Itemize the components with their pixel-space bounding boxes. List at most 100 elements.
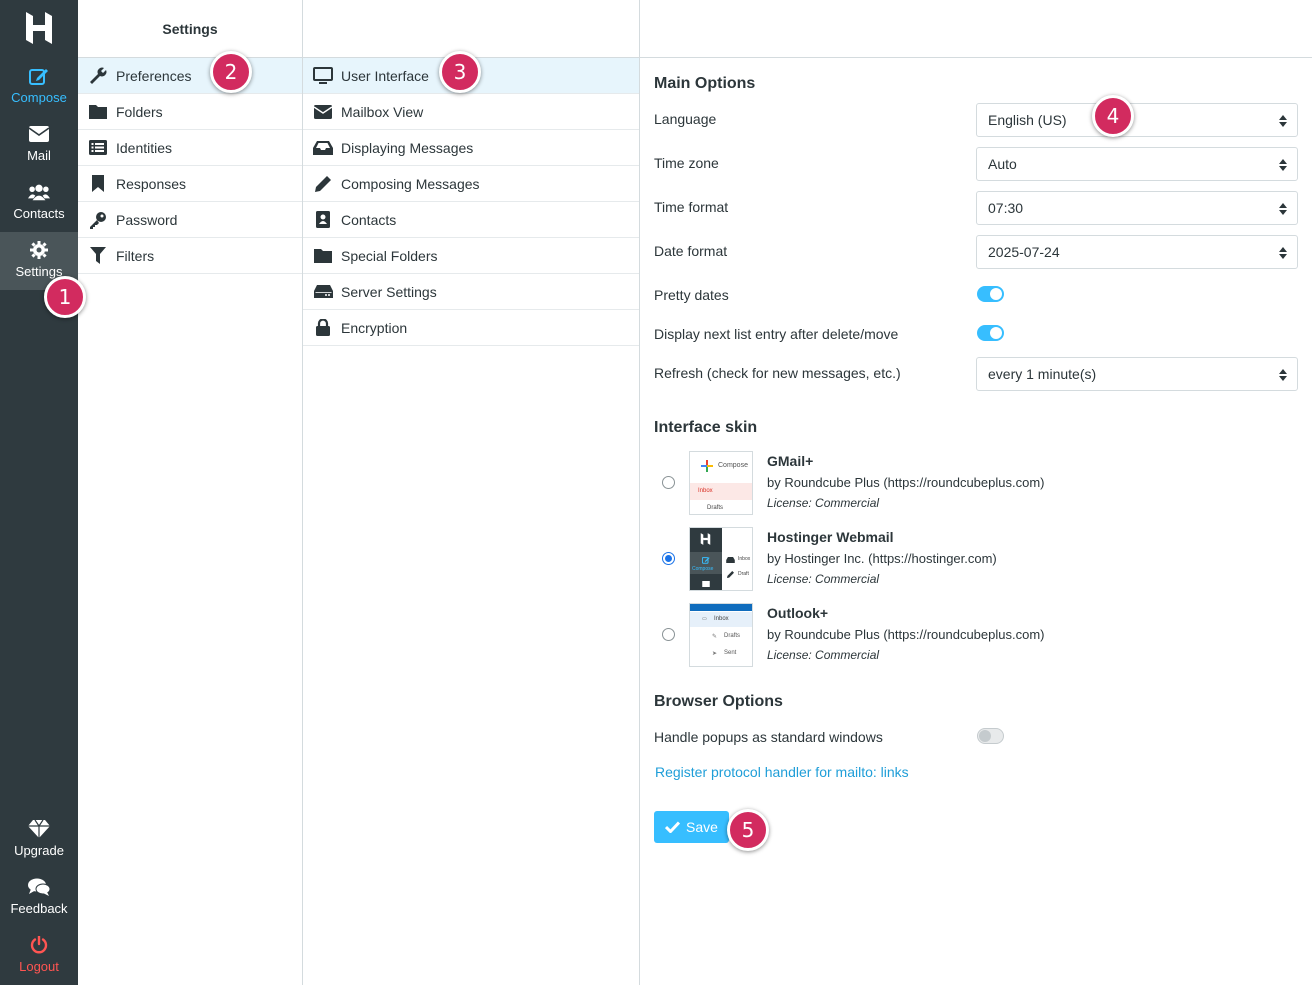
skin-license: License: Commercial <box>767 572 880 586</box>
sections-column-header <box>303 0 639 58</box>
rail-mail-label: Mail <box>27 148 51 163</box>
next-entry-toggle[interactable] <box>977 325 1004 341</box>
timezone-select[interactable]: Auto <box>976 147 1298 181</box>
sections-column: User Interface Mailbox View Displaying M… <box>303 0 640 985</box>
skin-thumbnail-outlook: ▭ Inbox ✎ Drafts ➤ Sent <box>689 603 753 667</box>
settings-item-label: Password <box>116 211 178 228</box>
settings-item-label: Preferences <box>116 67 192 84</box>
browser-options-title: Browser Options <box>654 693 783 710</box>
rail-contacts[interactable]: Contacts <box>0 174 78 232</box>
gear-icon <box>28 240 50 260</box>
skin-name: Hostinger Webmail <box>767 529 894 545</box>
wrench-icon <box>88 67 108 85</box>
folder-icon <box>88 103 108 121</box>
thumb-inbox-label: Inbox <box>698 488 713 494</box>
dateformat-select[interactable]: 2025-07-24 <box>976 235 1298 269</box>
rail-settings-label: Settings <box>15 264 63 279</box>
pencil-icon <box>727 571 734 578</box>
section-item-mailbox-view[interactable]: Mailbox View <box>303 94 639 130</box>
section-item-label: Displaying Messages <box>341 139 474 156</box>
section-item-label: Special Folders <box>341 247 438 264</box>
section-item-contacts[interactable]: Contacts <box>303 202 639 238</box>
annotation-badge-3: 3 <box>439 51 481 93</box>
skin-author: by Hostinger Inc. (https://hostinger.com… <box>767 551 997 566</box>
diamond-icon <box>28 819 50 839</box>
panel-topbar <box>640 0 1312 58</box>
mail-icon <box>702 581 710 587</box>
rail-compose[interactable]: Compose <box>0 58 78 116</box>
section-item-encryption[interactable]: Encryption <box>303 310 639 346</box>
rail-logout-label: Logout <box>19 959 59 974</box>
settings-item-password[interactable]: Password <box>78 202 302 238</box>
pretty-dates-toggle[interactable] <box>977 286 1004 302</box>
rail-upgrade-label: Upgrade <box>14 843 64 858</box>
skin-name: GMail+ <box>767 453 814 469</box>
rail-compose-label: Compose <box>11 90 67 105</box>
skin-radio-outlook[interactable] <box>662 628 675 641</box>
timeformat-select[interactable]: 07:30 <box>976 191 1298 225</box>
timeformat-label: Time format <box>654 199 729 215</box>
section-item-displaying-messages[interactable]: Displaying Messages <box>303 130 639 166</box>
envelope-icon <box>313 103 333 121</box>
refresh-value: every 1 minute(s) <box>988 366 1097 382</box>
settings-item-preferences[interactable]: Preferences <box>78 58 302 94</box>
skin-radio-gmail[interactable] <box>662 476 675 489</box>
register-protocol-link[interactable]: Register protocol handler for mailto: li… <box>655 764 909 780</box>
section-item-label: User Interface <box>341 67 429 84</box>
mail-icon <box>28 124 50 144</box>
bookmark-icon <box>88 175 108 193</box>
pretty-dates-label: Pretty dates <box>654 287 729 303</box>
folder-icon <box>313 247 333 265</box>
hostinger-logo[interactable] <box>24 12 54 44</box>
settings-item-folders[interactable]: Folders <box>78 94 302 130</box>
thumb-inbox-label: Inbox <box>714 616 729 622</box>
monitor-icon <box>313 67 333 85</box>
lock-icon <box>313 319 333 337</box>
popups-toggle[interactable] <box>977 728 1004 744</box>
refresh-select[interactable]: every 1 minute(s) <box>976 357 1298 391</box>
address-book-icon <box>313 211 333 229</box>
settings-item-label: Identities <box>116 139 173 156</box>
save-button[interactable]: Save <box>654 811 729 843</box>
skin-thumbnail-gmail: Compose Inbox Drafts <box>689 451 753 515</box>
key-icon <box>88 211 108 229</box>
section-item-label: Contacts <box>341 211 397 228</box>
rail-mail[interactable]: Mail <box>0 116 78 174</box>
language-value: English (US) <box>988 112 1067 128</box>
settings-item-label: Responses <box>116 175 187 192</box>
check-icon <box>665 821 681 833</box>
popups-label: Handle popups as standard windows <box>654 729 883 745</box>
section-item-special-folders[interactable]: Special Folders <box>303 238 639 274</box>
thumb-drafts-label: Drafts <box>724 633 741 639</box>
section-item-server-settings[interactable]: Server Settings <box>303 274 639 310</box>
section-item-label: Encryption <box>341 319 408 336</box>
skin-option-hostinger: Compose Inbox Draft Hostinger Webmail by… <box>654 527 1294 593</box>
timeformat-value: 07:30 <box>988 200 1024 216</box>
section-item-composing-messages[interactable]: Composing Messages <box>303 166 639 202</box>
settings-item-filters[interactable]: Filters <box>78 238 302 274</box>
next-entry-label: Display next list entry after delete/mov… <box>654 326 899 342</box>
skin-author: by Roundcube Plus (https://roundcubeplus… <box>767 627 1045 642</box>
rail-feedback[interactable]: Feedback <box>0 869 78 927</box>
settings-column-title: Settings <box>78 0 302 58</box>
settings-item-responses[interactable]: Responses <box>78 166 302 202</box>
select-caret-icon <box>1279 115 1287 127</box>
annotation-badge-5: 5 <box>727 809 769 851</box>
thumb-inbox-label: Inbox <box>738 556 751 562</box>
annotation-badge-4: 4 <box>1092 95 1134 137</box>
settings-item-identities[interactable]: Identities <box>78 130 302 166</box>
rail-upgrade[interactable]: Upgrade <box>0 811 78 869</box>
rail-contacts-label: Contacts <box>13 206 65 221</box>
rail-logout[interactable]: Logout <box>0 927 78 985</box>
rail-feedback-label: Feedback <box>10 901 68 916</box>
thumb-drafts-icon-glyph: ✎ <box>712 634 718 640</box>
refresh-label: Refresh (check for new messages, etc.) <box>654 365 901 381</box>
skin-radio-hostinger[interactable] <box>662 552 675 565</box>
section-item-label: Composing Messages <box>341 175 480 192</box>
annotation-badge-1: 1 <box>44 276 86 318</box>
main-options-title: Main Options <box>654 75 756 92</box>
language-select[interactable]: English (US) <box>976 103 1298 137</box>
select-caret-icon <box>1279 247 1287 259</box>
skin-author: by Roundcube Plus (https://roundcubeplus… <box>767 475 1045 490</box>
inbox-icon <box>726 557 735 563</box>
